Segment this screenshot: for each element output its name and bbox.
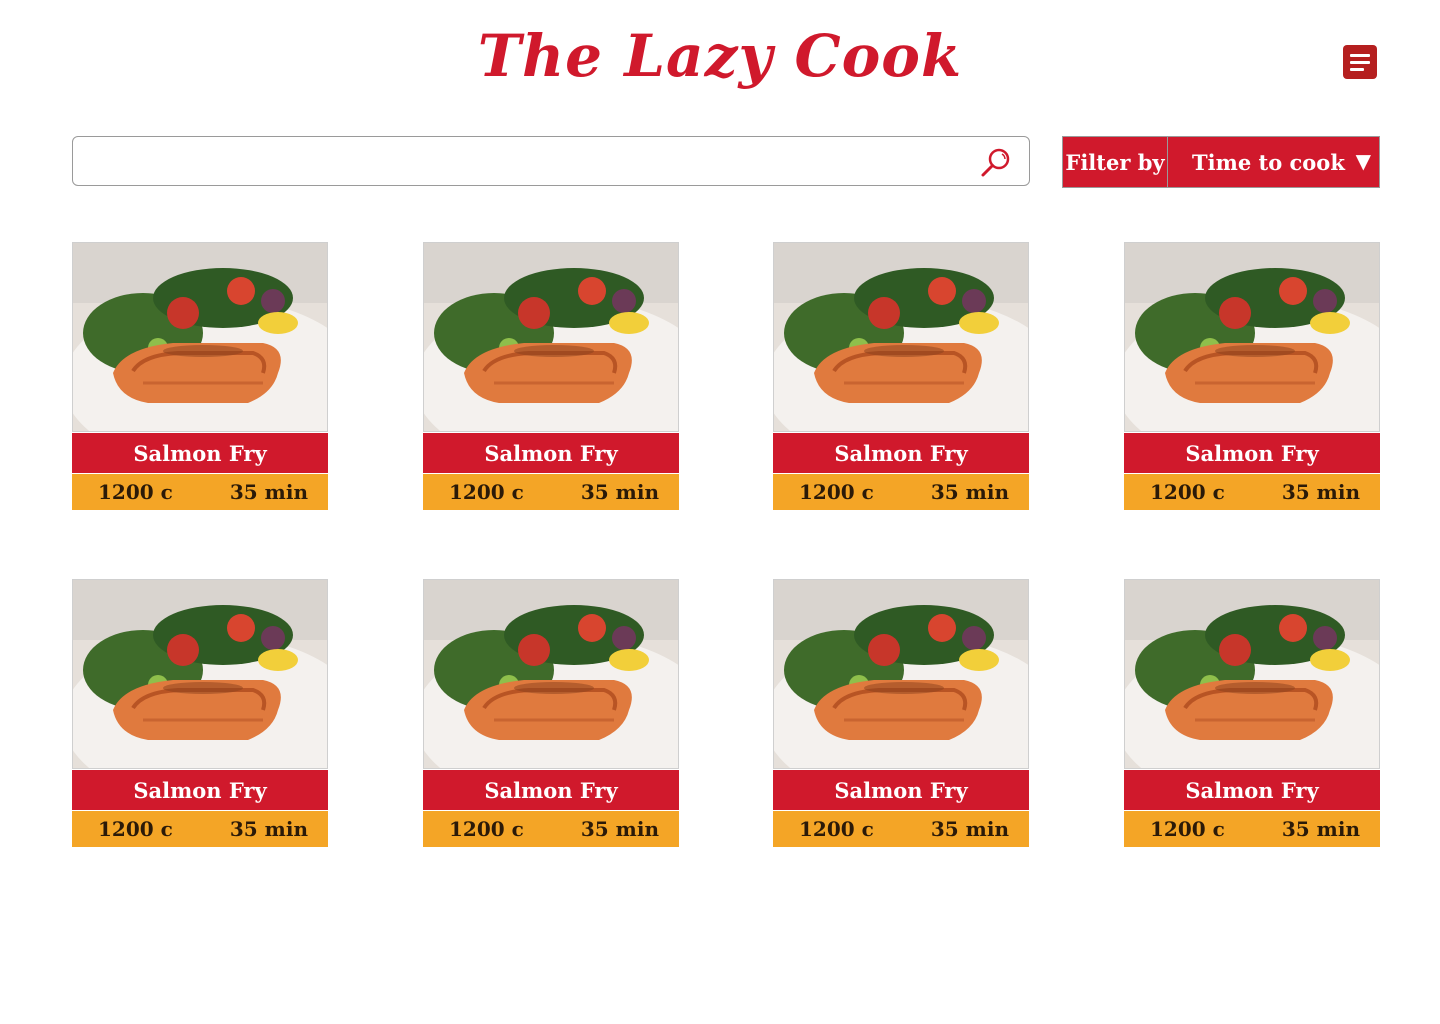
recipe-meta: 1200 c 35 min [773,473,1029,510]
recipe-calories: 1200 c [449,480,524,504]
recipe-image[interactable] [423,242,679,432]
recipe-meta: 1200 c 35 min [72,810,328,847]
filter-label: Filter by [1063,137,1168,187]
recipe-name[interactable]: Salmon Fry [773,769,1029,810]
menu-icon-line [1350,53,1370,57]
recipe-image[interactable] [1124,242,1380,432]
recipe-image[interactable] [773,579,1029,769]
recipe-time: 35 min [930,480,1009,504]
recipe-name[interactable]: Salmon Fry [423,769,679,810]
recipe-time: 35 min [580,480,659,504]
recipe-calories: 1200 c [98,480,173,504]
recipe-name[interactable]: Salmon Fry [72,432,328,473]
recipe-calories: 1200 c [1150,480,1225,504]
recipe-card[interactable]: Salmon Fry 1200 c 35 min [72,579,328,847]
recipe-card[interactable]: Salmon Fry 1200 c 35 min [72,242,328,510]
recipe-time: 35 min [930,817,1009,841]
filter-control: Filter by Time to cook ▼ [1062,136,1380,188]
site-logo[interactable]: The Lazy Cook [0,22,1440,90]
search-input[interactable] [85,145,969,179]
recipe-name[interactable]: Salmon Fry [1124,769,1380,810]
recipe-name[interactable]: Salmon Fry [773,432,1029,473]
search-icon[interactable] [978,145,1014,181]
filter-select[interactable]: Time to cook ▼ [1168,137,1379,187]
recipe-card[interactable]: Salmon Fry 1200 c 35 min [1124,242,1380,510]
recipe-calories: 1200 c [799,480,874,504]
recipe-name[interactable]: Salmon Fry [72,769,328,810]
recipe-meta: 1200 c 35 min [1124,810,1380,847]
recipe-time: 35 min [1281,480,1360,504]
recipe-calories: 1200 c [449,817,524,841]
recipe-name[interactable]: Salmon Fry [423,432,679,473]
recipe-image[interactable] [423,579,679,769]
recipe-meta: 1200 c 35 min [423,810,679,847]
recipe-card[interactable]: Salmon Fry 1200 c 35 min [773,242,1029,510]
recipe-meta: 1200 c 35 min [1124,473,1380,510]
menu-icon-line [1350,67,1364,71]
recipe-card[interactable]: Salmon Fry 1200 c 35 min [423,579,679,847]
recipe-calories: 1200 c [98,817,173,841]
recipe-image[interactable] [773,242,1029,432]
recipe-time: 35 min [1281,817,1360,841]
search-bar [72,136,1030,186]
recipe-card[interactable]: Salmon Fry 1200 c 35 min [423,242,679,510]
dropdown-arrow-icon: ▼ [1355,149,1371,173]
recipe-calories: 1200 c [799,817,874,841]
recipe-name[interactable]: Salmon Fry [1124,432,1380,473]
recipe-meta: 1200 c 35 min [72,473,328,510]
recipe-time: 35 min [580,817,659,841]
recipe-card[interactable]: Salmon Fry 1200 c 35 min [773,579,1029,847]
recipe-time: 35 min [229,480,308,504]
menu-icon-line [1350,60,1370,64]
recipe-calories: 1200 c [1150,817,1225,841]
recipe-image[interactable] [1124,579,1380,769]
recipe-meta: 1200 c 35 min [423,473,679,510]
recipe-image[interactable] [72,242,328,432]
recipe-time: 35 min [229,817,308,841]
filter-selected-value: Time to cook [1192,149,1345,175]
recipe-meta: 1200 c 35 min [773,810,1029,847]
menu-button[interactable] [1343,45,1377,79]
recipe-card[interactable]: Salmon Fry 1200 c 35 min [1124,579,1380,847]
recipe-image[interactable] [72,579,328,769]
